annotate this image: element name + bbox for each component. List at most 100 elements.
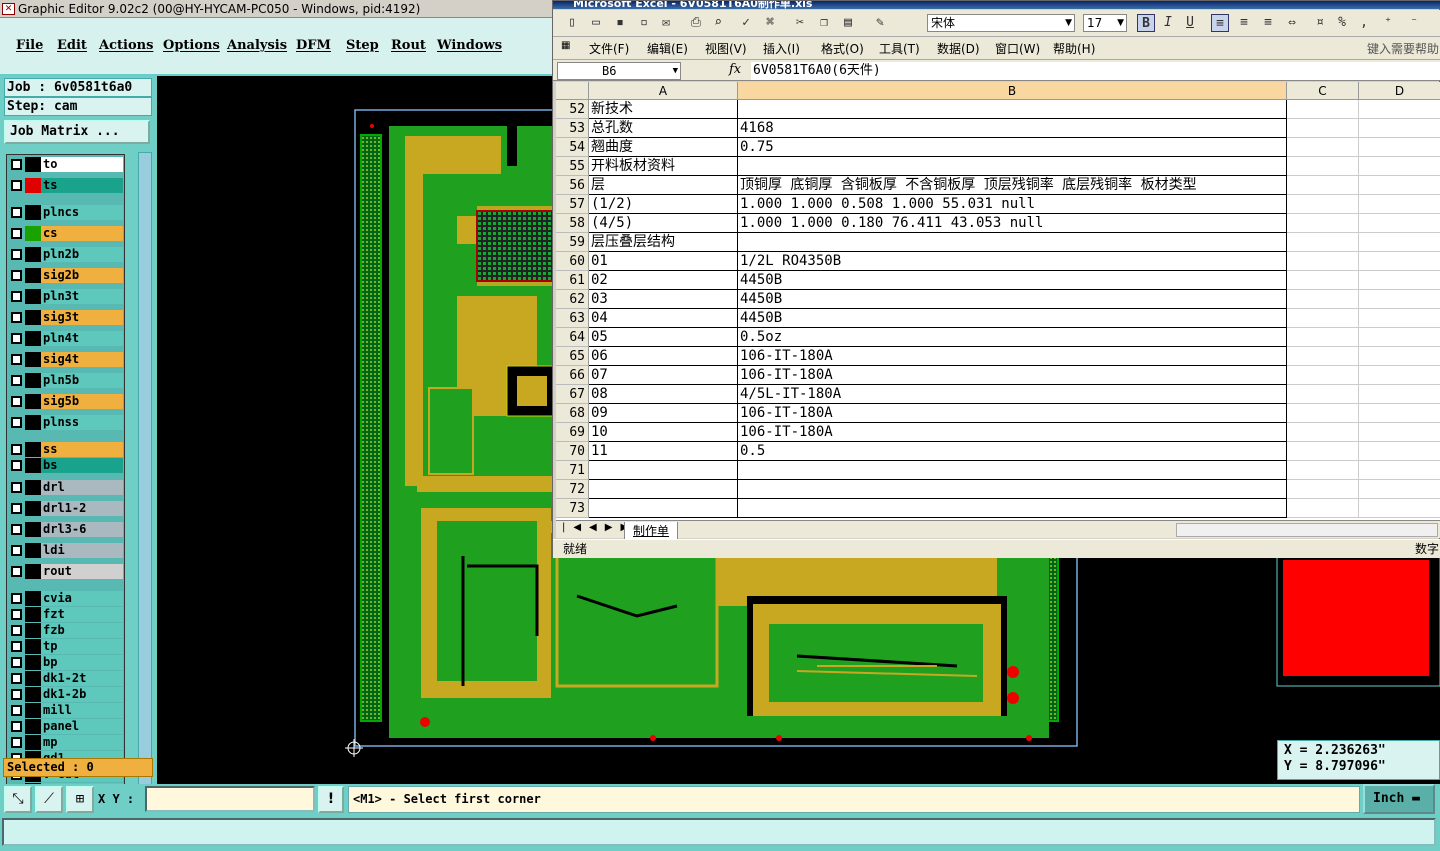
help-search-box[interactable]: 键入需要帮助	[1367, 40, 1439, 57]
select-all-corner[interactable]	[556, 82, 589, 100]
cell-b[interactable]: 4168	[738, 119, 1287, 138]
cell-d[interactable]	[1359, 195, 1440, 214]
cell-a[interactable]: 层	[589, 176, 738, 195]
cell-b[interactable]: 4/5L-IT-180A	[738, 385, 1287, 404]
cell-d[interactable]	[1359, 271, 1440, 290]
cell-c[interactable]	[1287, 252, 1359, 271]
layer-checkbox[interactable]	[11, 609, 22, 620]
layer-row-ts[interactable]: ts	[7, 178, 125, 193]
layer-row-bs[interactable]: bs	[7, 458, 125, 473]
layer-checkbox[interactable]	[11, 228, 22, 239]
cell-c[interactable]	[1287, 366, 1359, 385]
cell-a[interactable]	[589, 480, 738, 499]
cell-d[interactable]	[1359, 309, 1440, 328]
layer-checkbox[interactable]	[11, 641, 22, 652]
row-number[interactable]: 67	[556, 385, 589, 404]
layer-checkbox[interactable]	[11, 159, 22, 170]
cell-a[interactable]: (4/5)	[589, 214, 738, 233]
layer-checkbox[interactable]	[11, 396, 22, 407]
cell-a[interactable]: 02	[589, 271, 738, 290]
cell-a[interactable]: (1/2)	[589, 195, 738, 214]
cell-d[interactable]	[1359, 385, 1440, 404]
layer-checkbox[interactable]	[11, 460, 22, 471]
cell-b[interactable]	[738, 461, 1287, 480]
layer-checkbox[interactable]	[11, 673, 22, 684]
cell-a[interactable]: 06	[589, 347, 738, 366]
cell-b[interactable]: 1/2L RO4350B	[738, 252, 1287, 271]
save-icon[interactable]: ▪	[611, 14, 629, 32]
percent-icon[interactable]: %	[1333, 14, 1351, 32]
layer-row-drl[interactable]: drl	[7, 480, 125, 495]
cell-c[interactable]	[1287, 138, 1359, 157]
font-size-select[interactable]: 17 ▼	[1083, 14, 1127, 32]
row-number[interactable]: 65	[556, 347, 589, 366]
cell-d[interactable]	[1359, 214, 1440, 233]
cell-a[interactable]: 层压叠层结构	[589, 233, 738, 252]
open-icon[interactable]: ▭	[587, 14, 605, 32]
cell-c[interactable]	[1287, 423, 1359, 442]
copy-icon[interactable]: ❐	[815, 14, 833, 32]
cell-a[interactable]: 新技术	[589, 100, 738, 119]
cell-b[interactable]: 1.000 1.000 0.180 76.411 43.053 null	[738, 214, 1287, 233]
permission-icon[interactable]: ▫	[635, 14, 653, 32]
cell-a[interactable]: 11	[589, 442, 738, 461]
decrease-decimal-icon[interactable]: ⁻	[1405, 14, 1423, 32]
format-painter-icon[interactable]: ✎	[871, 14, 889, 32]
cell-b[interactable]: 0.5oz	[738, 328, 1287, 347]
menu-step[interactable]: Step	[346, 38, 379, 53]
layer-row-ldi[interactable]: ldi	[7, 543, 125, 558]
layer-row-drl1-2[interactable]: drl1-2	[7, 501, 125, 516]
cell-c[interactable]	[1287, 157, 1359, 176]
cell-a[interactable]: 03	[589, 290, 738, 309]
layer-checkbox[interactable]	[11, 737, 22, 748]
print-icon[interactable]: ⎙	[687, 14, 705, 32]
layer-checkbox[interactable]	[11, 375, 22, 386]
cell-a[interactable]	[589, 499, 738, 518]
italic-icon[interactable]: I	[1159, 14, 1177, 32]
layer-row-bp[interactable]: bp	[7, 655, 125, 670]
cell-d[interactable]	[1359, 100, 1440, 119]
layer-checkbox[interactable]	[11, 291, 22, 302]
cell-d[interactable]	[1359, 290, 1440, 309]
layer-checkbox[interactable]	[11, 721, 22, 732]
cell-c[interactable]	[1287, 195, 1359, 214]
cell-d[interactable]	[1359, 461, 1440, 480]
spreadsheet-grid[interactable]: A B C D 52 新技术 53 总孔数 4168 54 翘曲度 0.75 55 开料板材资料 5…	[556, 82, 1440, 520]
cell-d[interactable]	[1359, 347, 1440, 366]
layer-checkbox[interactable]	[11, 482, 22, 493]
layer-row-sig3t[interactable]: sig3t	[7, 310, 125, 325]
cell-a[interactable]	[589, 461, 738, 480]
zoom-box-icon[interactable]: ⤡	[4, 786, 32, 813]
cut-icon[interactable]: ✂	[791, 14, 809, 32]
menu-windows[interactable]: Windows	[437, 38, 502, 53]
layer-checkbox[interactable]	[11, 593, 22, 604]
layer-row-dk1-2b[interactable]: dk1-2b	[7, 687, 125, 702]
execute-icon[interactable]: !	[318, 786, 344, 813]
cell-a[interactable]: 04	[589, 309, 738, 328]
layer-checkbox[interactable]	[11, 689, 22, 700]
cell-d[interactable]	[1359, 252, 1440, 271]
cell-d[interactable]	[1359, 176, 1440, 195]
menu-options[interactable]: Options	[163, 38, 220, 53]
layer-checkbox[interactable]	[11, 180, 22, 191]
layer-row-sig2b[interactable]: sig2b	[7, 268, 125, 283]
cell-c[interactable]	[1287, 442, 1359, 461]
excel-menu-format[interactable]: 格式(O)	[821, 40, 864, 57]
research-icon[interactable]: ⌘	[761, 14, 779, 32]
horizontal-scrollbar[interactable]	[1176, 523, 1438, 537]
menu-actions[interactable]: Actions	[99, 38, 153, 53]
layer-checkbox[interactable]	[11, 545, 22, 556]
row-number[interactable]: 72	[556, 480, 589, 499]
formula-input[interactable]: 6V0581T6A0(6天件)	[751, 62, 1440, 80]
layer-checkbox[interactable]	[11, 207, 22, 218]
cell-c[interactable]	[1287, 385, 1359, 404]
measure-icon[interactable]: ⟋	[35, 786, 63, 813]
cell-c[interactable]	[1287, 328, 1359, 347]
layer-row-mill[interactable]: mill	[7, 703, 125, 718]
cell-b[interactable]	[738, 233, 1287, 252]
cell-c[interactable]	[1287, 100, 1359, 119]
menu-analysis[interactable]: Analysis	[227, 38, 287, 53]
row-number[interactable]: 53	[556, 119, 589, 138]
cell-d[interactable]	[1359, 366, 1440, 385]
cell-d[interactable]	[1359, 480, 1440, 499]
